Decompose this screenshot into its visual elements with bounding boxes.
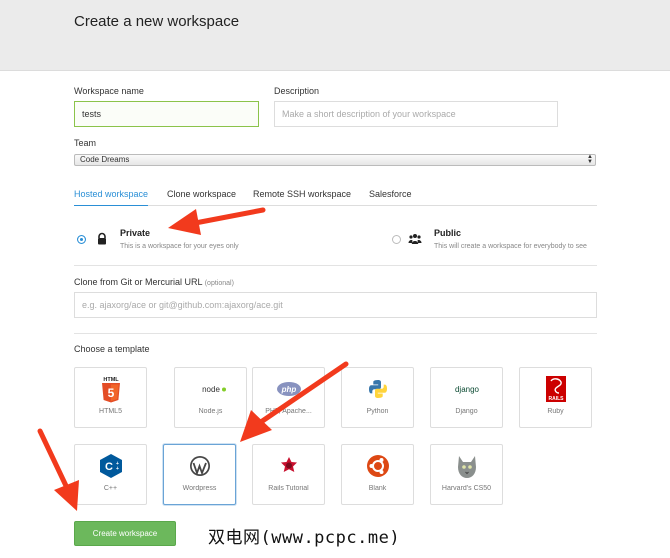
rails-icon: RAILS xyxy=(545,376,566,402)
template-card-html5[interactable]: HTML 5 HTML5 xyxy=(74,367,147,428)
tab-salesforce[interactable]: Salesforce xyxy=(369,183,412,206)
template-name: Ruby xyxy=(547,408,564,415)
divider xyxy=(74,333,597,334)
nodejs-icon: node xyxy=(202,385,226,394)
template-name: C++ xyxy=(103,485,118,492)
template-card-cpp[interactable]: C + + C++ xyxy=(74,444,147,505)
clone-url-label: Clone from Git or Mercurial URL (optiona… xyxy=(74,277,234,287)
ubuntu-icon xyxy=(366,455,389,477)
template-name: Harvard's CS50 xyxy=(441,485,492,492)
django-icon: django xyxy=(454,385,479,394)
description-input[interactable]: Make a short description of your workspa… xyxy=(274,101,558,127)
lock-icon xyxy=(98,232,106,245)
template-name: Wordpress xyxy=(182,485,217,492)
choose-template-label: Choose a template xyxy=(74,344,150,354)
tab-hosted-workspace[interactable]: Hosted workspace xyxy=(74,183,149,206)
wordpress-icon xyxy=(189,456,210,476)
template-card-cs50[interactable]: Harvard's CS50 xyxy=(430,444,503,505)
team-label: Team xyxy=(74,138,97,148)
template-card-nodejs[interactable]: node Node.js xyxy=(174,367,247,428)
template-card-rails-tutorial[interactable]: Rails Tutorial xyxy=(252,444,325,505)
watermark-text: 双电网(www.pcpc.me) xyxy=(208,528,401,548)
workspace-name-input[interactable]: tests xyxy=(74,101,259,127)
divider xyxy=(74,265,597,266)
template-card-blank[interactable]: Blank xyxy=(341,444,414,505)
select-arrows-icon: ▲ ▼ xyxy=(587,154,593,165)
svg-text:5: 5 xyxy=(107,386,114,400)
people-icon xyxy=(408,234,422,244)
team-select[interactable]: Code Dreams ▲ ▼ xyxy=(74,154,596,166)
svg-text:C: C xyxy=(105,461,113,473)
template-name: PHP, Apache... xyxy=(265,408,312,415)
svg-text:php: php xyxy=(280,385,296,394)
private-description: This is a workspace for your eyes only xyxy=(120,243,239,250)
template-name: Django xyxy=(455,408,478,415)
svg-text:django: django xyxy=(454,385,479,394)
private-radio[interactable] xyxy=(77,235,86,244)
workspace-name-label: Workspace name xyxy=(74,86,144,96)
template-name: HTML5 xyxy=(99,408,122,415)
rails-tutorial-icon xyxy=(280,457,297,472)
team-select-value: Code Dreams xyxy=(80,155,130,164)
cs50-icon xyxy=(457,456,476,478)
private-title: Private xyxy=(120,228,151,238)
tab-remote-ssh-workspace[interactable]: Remote SSH workspace xyxy=(253,183,351,206)
template-card-php[interactable]: php PHP, Apache... xyxy=(252,367,325,428)
public-radio[interactable] xyxy=(392,235,401,244)
tab-clone-workspace[interactable]: Clone workspace xyxy=(167,183,236,206)
svg-text:HTML: HTML xyxy=(103,377,119,383)
template-card-wordpress[interactable]: Wordpress xyxy=(163,444,236,505)
svg-text:node: node xyxy=(202,385,220,394)
description-label: Description xyxy=(274,86,320,96)
template-name: Python xyxy=(366,408,389,415)
public-title: Public xyxy=(434,228,462,238)
clone-url-label-text: Clone from Git or Mercurial URL xyxy=(74,277,203,287)
python-icon xyxy=(368,380,387,398)
template-name: Rails Tutorial xyxy=(268,485,309,492)
public-description: This will create a workspace for everybo… xyxy=(434,243,587,250)
svg-text:RAILS: RAILS xyxy=(548,396,564,402)
cpp-icon: C + + xyxy=(99,454,122,478)
page-title: Create a new workspace xyxy=(74,13,240,30)
create-workspace-button[interactable]: Create workspace xyxy=(74,521,176,546)
optional-hint: (optional) xyxy=(204,280,234,287)
page-header: Create a new workspace xyxy=(0,0,670,71)
workspace-type-tabs: Hosted workspace Clone workspace Remote … xyxy=(74,183,597,206)
template-name: Blank xyxy=(368,485,387,492)
template-card-django[interactable]: django Django xyxy=(430,367,503,428)
template-card-python[interactable]: Python xyxy=(341,367,414,428)
template-card-ruby[interactable]: RAILS Ruby xyxy=(519,367,592,428)
arrow-to-private xyxy=(168,207,266,235)
php-icon: php xyxy=(276,382,301,396)
svg-text:+: + xyxy=(116,466,119,472)
clone-url-input[interactable]: e.g. ajaxorg/ace or git@github.com:ajaxo… xyxy=(74,292,597,318)
html5-icon: HTML 5 xyxy=(101,377,120,403)
template-name: Node.js xyxy=(198,408,223,415)
